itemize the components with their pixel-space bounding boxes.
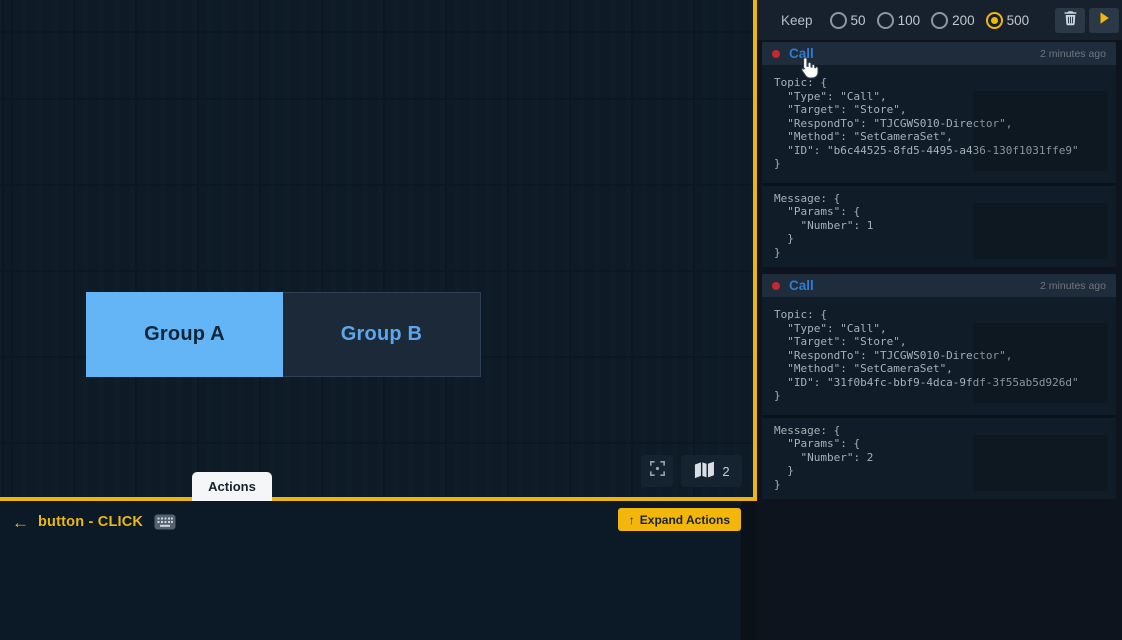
group-b-label: Group B: [341, 323, 422, 346]
action-title: button - CLICK: [38, 514, 143, 530]
clear-log-button[interactable]: [1055, 8, 1085, 33]
play-button[interactable]: [1089, 8, 1119, 33]
radio-icon: [931, 12, 948, 29]
action-header: ← button - CLICK: [12, 511, 176, 533]
trash-icon: [1063, 10, 1078, 31]
keep-label: Keep: [781, 13, 813, 28]
keep-option-label: 200: [952, 13, 975, 28]
actions-panel: ← button - CLICK ↑ Expand Actions: [0, 501, 741, 640]
stage-canvas[interactable]: Group A Group B 2: [0, 0, 757, 501]
fit-view-button[interactable]: [641, 455, 673, 487]
log-entry-header[interactable]: Call 2 minutes ago: [762, 274, 1116, 297]
entry-message-json: Message: { "Params": { "Number": 2 } }: [762, 415, 1116, 500]
log-entry: Call 2 minutes ago Topic: { "Type": "Cal…: [762, 274, 1116, 499]
keep-option-100[interactable]: 100: [877, 12, 921, 29]
minimap-count: 2: [722, 464, 729, 479]
keep-option-label: 100: [898, 13, 921, 28]
log-toolbar: Keep 50 100 200 500: [757, 0, 1122, 40]
keep-option-500[interactable]: 500: [986, 12, 1030, 29]
mouse-cursor-hand-icon: [798, 56, 819, 84]
fit-view-icon: [648, 459, 667, 483]
entry-timestamp: 2 minutes ago: [1040, 280, 1106, 292]
entry-timestamp: 2 minutes ago: [1040, 48, 1106, 60]
expand-arrow-icon: ↑: [629, 513, 635, 527]
group-a-label: Group A: [144, 323, 225, 346]
play-icon: [1097, 11, 1111, 30]
expand-actions-label: Expand Actions: [640, 513, 730, 527]
radio-icon: [830, 12, 847, 29]
keep-option-200[interactable]: 200: [931, 12, 975, 29]
keyboard-icon: [154, 514, 176, 530]
entry-topic-json: Topic: { "Type": "Call", "Target": "Stor…: [762, 297, 1116, 415]
call-status-icon: [772, 282, 780, 290]
keep-option-50[interactable]: 50: [830, 12, 866, 29]
back-arrow-icon[interactable]: ←: [12, 514, 29, 531]
call-status-icon: [772, 50, 780, 58]
minimap-button[interactable]: 2: [681, 455, 742, 487]
actions-tab-label: Actions: [208, 479, 256, 494]
map-icon: [693, 460, 715, 482]
entry-type-label: Call: [789, 278, 814, 293]
keep-option-label: 50: [851, 13, 866, 28]
group-a-button[interactable]: Group A: [86, 292, 283, 377]
radio-selected-icon: [986, 12, 1003, 29]
actions-tab[interactable]: Actions: [192, 472, 272, 501]
keep-option-label: 500: [1007, 13, 1030, 28]
entry-message-json: Message: { "Params": { "Number": 1 } }: [762, 183, 1116, 268]
radio-icon: [877, 12, 894, 29]
expand-actions-button[interactable]: ↑ Expand Actions: [618, 508, 741, 531]
group-b-button[interactable]: Group B: [283, 292, 481, 377]
message-log-panel: Keep 50 100 200 500: [757, 0, 1122, 640]
